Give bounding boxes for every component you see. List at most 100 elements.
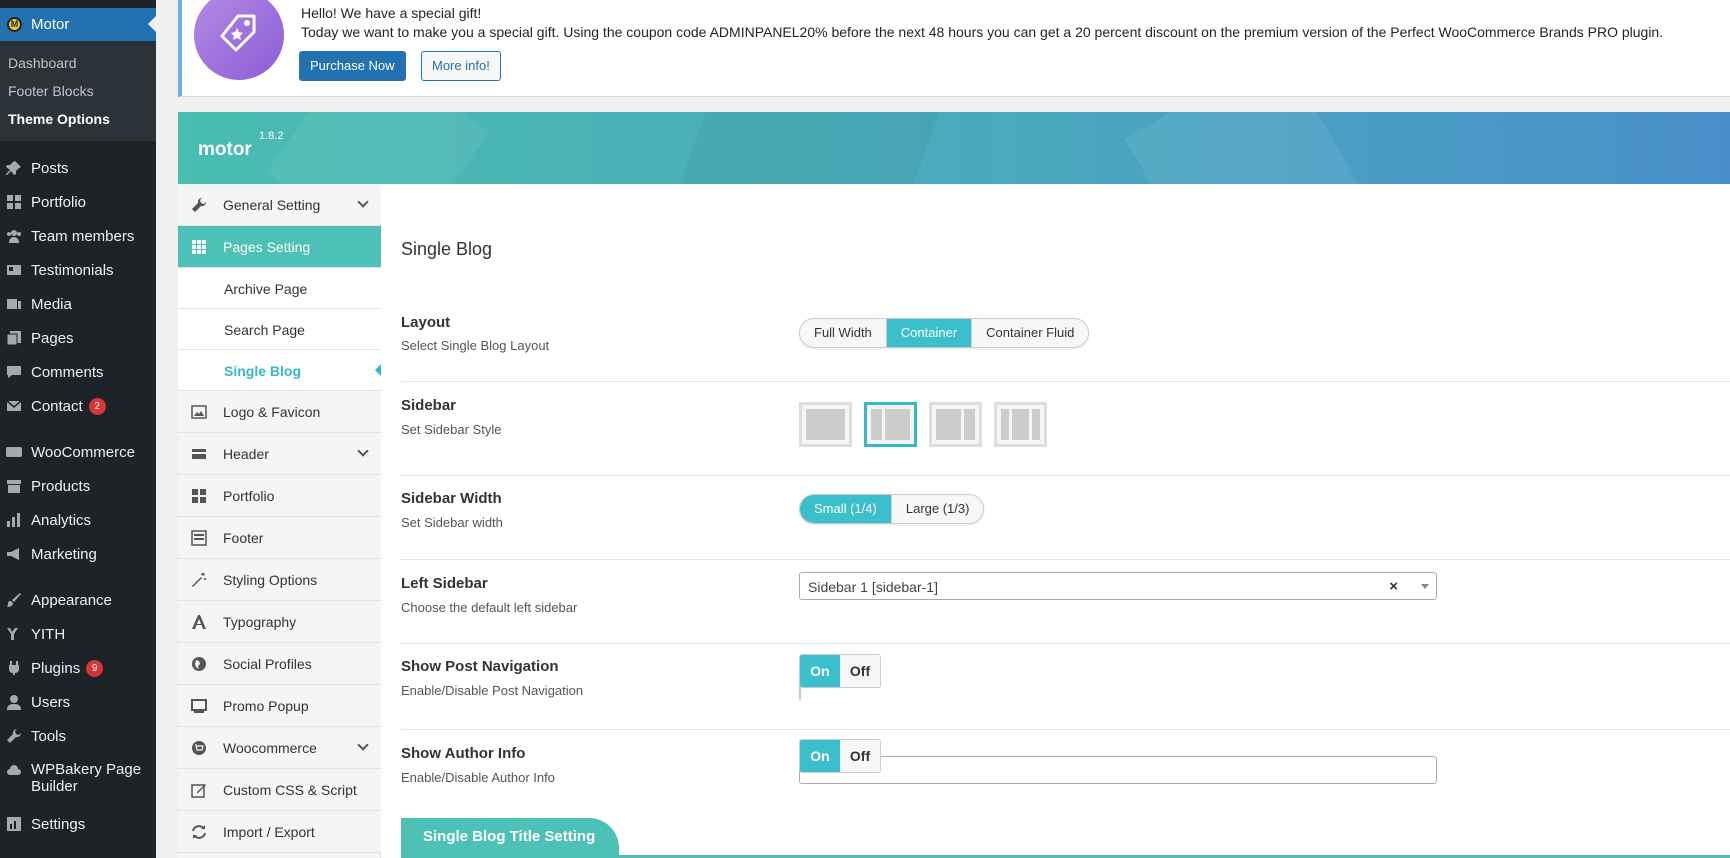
menu-label-appearance: Appearance — [31, 592, 112, 609]
author-on-button[interactable]: On — [800, 740, 840, 772]
menu-item-tools[interactable]: Tools — [0, 722, 156, 752]
nav-portfolio[interactable]: Portfolio — [178, 475, 381, 517]
sidebar-large-button[interactable]: Large (1/3) — [892, 495, 984, 523]
menu-item-products[interactable]: Products — [0, 472, 156, 502]
menu-item-marketing[interactable]: Marketing — [0, 540, 156, 570]
menu-item-woocommerce[interactable]: WooCommerce — [0, 438, 156, 468]
nav-logo-favicon[interactable]: Logo & Favicon — [178, 391, 381, 433]
settings-icon — [7, 817, 21, 831]
nav-import-export[interactable]: Import / Export — [178, 811, 381, 853]
author-title: Show Author Info — [401, 745, 526, 762]
submenu-theme-options[interactable]: Theme Options — [8, 111, 110, 127]
font-icon — [192, 615, 206, 629]
submenu-footer-blocks[interactable]: Footer Blocks — [8, 83, 94, 99]
chevron-down-icon[interactable] — [1421, 584, 1429, 589]
menu-label-pages: Pages — [31, 330, 74, 347]
sidebar-none-option[interactable] — [799, 402, 852, 447]
layout-container-fluid-button[interactable]: Container Fluid — [972, 319, 1088, 347]
tab-single-blog-title-setting[interactable]: Single Blog Title Setting — [401, 818, 619, 858]
author-row: Show Author Info Enable/Disable Author I… — [401, 730, 1730, 818]
layout-title: Layout — [401, 314, 451, 331]
submenu-dashboard[interactable]: Dashboard — [8, 55, 77, 71]
nav-single-blog[interactable]: Single Blog — [178, 350, 382, 391]
layout-button-set: Full Width Container Container Fluid — [799, 318, 1090, 348]
notice-title: Hello! We have a special gift! — [301, 5, 482, 21]
nav-footer[interactable]: Footer — [178, 517, 381, 559]
sidebar-layout-picker — [799, 402, 1047, 447]
plugins-count-badge: 9 — [86, 660, 104, 677]
layout-full-width-button[interactable]: Full Width — [800, 319, 887, 347]
left-sidebar-value: Sidebar 1 [sidebar-1] — [808, 579, 938, 595]
nav-promo-popup[interactable]: Promo Popup — [178, 685, 381, 727]
menu-item-testimonials[interactable]: Testimonials — [0, 256, 156, 286]
image-icon — [191, 405, 207, 419]
section-title: Single Blog — [401, 239, 493, 259]
nav-typography[interactable]: Typography — [178, 601, 381, 643]
left-sidebar-select[interactable]: Sidebar 1 [sidebar-1] × — [799, 572, 1437, 600]
id-card-icon — [7, 265, 21, 275]
nav-css-label: Custom CSS & Script — [223, 782, 357, 798]
globe-icon — [192, 657, 206, 671]
nav-styling-options[interactable]: Styling Options — [178, 559, 381, 601]
menu-item-posts[interactable]: Posts — [0, 154, 156, 184]
menu-label-posts: Posts — [31, 160, 69, 177]
footer-icon — [191, 530, 207, 546]
left-sidebar-title: Left Sidebar — [401, 575, 488, 592]
menu-item-users[interactable]: Users — [0, 688, 156, 718]
sidebar-both-option[interactable] — [994, 402, 1047, 447]
sidebar-right-option[interactable] — [929, 402, 982, 447]
edit-icon — [191, 784, 206, 798]
nav-promo-label: Promo Popup — [223, 698, 309, 714]
nav-custom-css[interactable]: Custom CSS & Script — [178, 769, 381, 811]
author-off-button[interactable]: Off — [840, 740, 880, 772]
bar-chart-icon — [7, 513, 20, 527]
menu-label-analytics: Analytics — [31, 512, 92, 529]
sidebar-row: Sidebar Set Sidebar Style — [401, 382, 1730, 476]
menu-item-settings[interactable]: Settings — [0, 810, 156, 840]
nav-search-page[interactable]: Search Page — [178, 309, 381, 350]
menu-item-team-members[interactable]: Team members — [0, 222, 156, 252]
nav-general-setting[interactable]: General Setting — [178, 184, 381, 226]
nav-logo-label: Logo & Favicon — [223, 404, 321, 420]
nav-woocommerce[interactable]: Woocommerce — [178, 727, 381, 769]
nav-social-profiles[interactable]: Social Profiles — [178, 643, 381, 685]
more-info-button[interactable]: More info! — [421, 51, 501, 81]
purchase-now-button[interactable]: Purchase Now — [299, 51, 406, 81]
menu-item-pages[interactable]: Pages — [0, 324, 156, 354]
menu-item-media[interactable]: Media — [0, 290, 156, 320]
sidebar-left-option[interactable] — [864, 402, 917, 447]
post-nav-on-button[interactable]: On — [800, 655, 840, 687]
brush-icon — [7, 593, 21, 607]
nav-styling-label: Styling Options — [223, 572, 318, 588]
menu-item-contact[interactable]: Contact 2 — [0, 392, 156, 422]
menu-item-analytics[interactable]: Analytics — [0, 506, 156, 536]
nav-archive-label: Archive Page — [224, 281, 308, 297]
gift-icon — [194, 0, 284, 80]
menu-item-wpbakery[interactable]: WPBakery Page Builder — [0, 756, 156, 796]
menu-label-settings: Settings — [31, 816, 86, 833]
nav-archive-page[interactable]: Archive Page — [178, 268, 381, 309]
menu-item-appearance[interactable]: Appearance — [0, 586, 156, 616]
nav-general-label: General Setting — [223, 197, 321, 213]
menu-item-comments[interactable]: Comments — [0, 358, 156, 388]
nav-single-label: Single Blog — [224, 363, 301, 379]
cart-icon — [192, 741, 206, 755]
post-nav-off-button[interactable]: Off — [840, 655, 880, 687]
menu-item-plugins[interactable]: Plugins 9 — [0, 654, 156, 684]
sidebar-small-button[interactable]: Small (1/4) — [800, 495, 892, 523]
menu-label-team-members: Team members — [31, 228, 135, 245]
menu-item-motor[interactable]: M Motor — [0, 8, 156, 41]
menu-item-yith[interactable]: YITH — [0, 620, 156, 650]
header-icon — [192, 449, 206, 459]
media-icon — [7, 299, 21, 309]
nav-pages-setting[interactable]: Pages Setting — [178, 226, 381, 268]
nav-pages-label: Pages Setting — [223, 239, 311, 255]
yith-icon — [7, 628, 18, 640]
nav-portfolio-label: Portfolio — [223, 488, 275, 504]
nav-header[interactable]: Header — [178, 433, 381, 475]
clear-icon[interactable]: × — [1389, 578, 1398, 595]
menu-item-motor-label: Motor — [31, 16, 70, 33]
layout-container-button[interactable]: Container — [886, 319, 973, 347]
menu-label-users: Users — [31, 694, 71, 711]
menu-item-portfolio[interactable]: Portfolio — [0, 188, 156, 218]
